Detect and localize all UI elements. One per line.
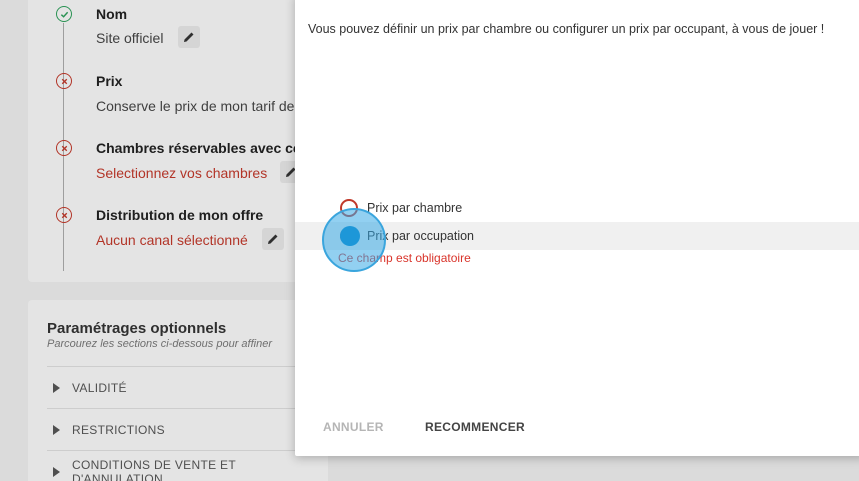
radio-option-per-room[interactable]: Prix par chambre: [295, 194, 859, 222]
cancel-button[interactable]: ANNULER: [323, 420, 384, 434]
dialog-description: Vous pouvez définir un prix par chambre …: [308, 22, 825, 36]
radio-label: Prix par chambre: [367, 201, 463, 215]
restart-button[interactable]: RECOMMENCER: [425, 420, 525, 434]
click-indicator-dot: [340, 226, 360, 246]
